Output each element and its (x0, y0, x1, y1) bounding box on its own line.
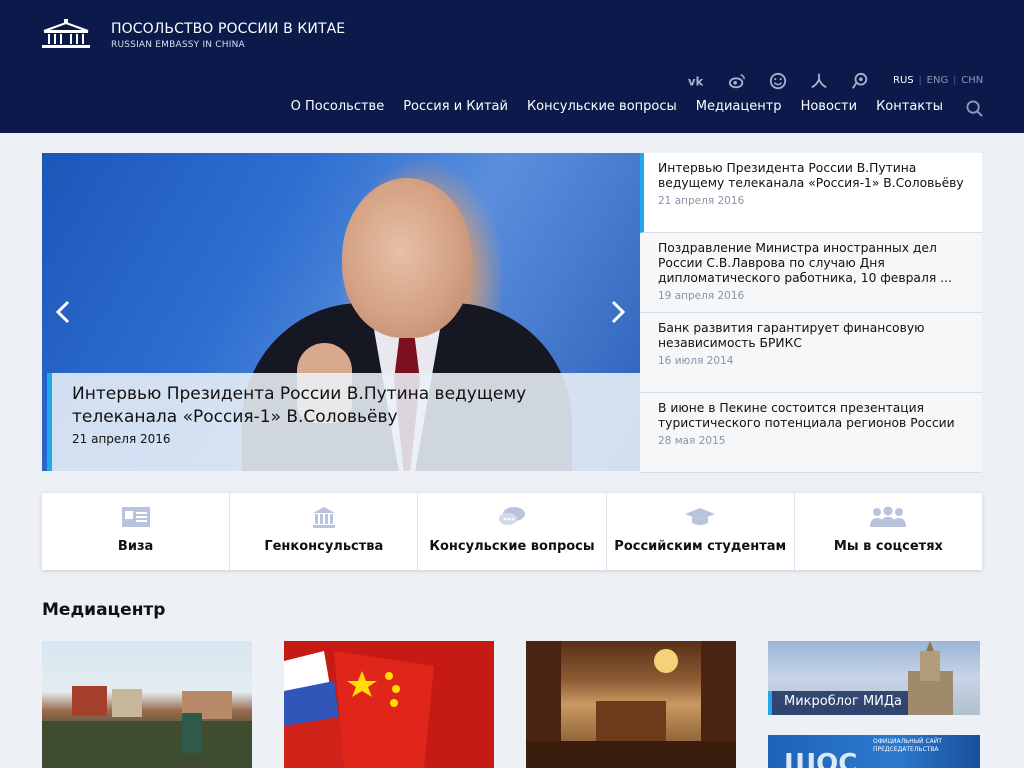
news-title[interactable]: В июне в Пекине состоится презентация ту… (658, 401, 970, 431)
nav-russia-china[interactable]: Россия и Китай (403, 99, 508, 114)
site-subtitle: RUSSIAN EMBASSY IN CHINA (111, 40, 245, 50)
quick-link-label: Мы в соцсетях (833, 539, 943, 554)
search-icon[interactable] (966, 100, 983, 117)
news-item[interactable]: Поздравление Министра иностранных дел Ро… (640, 233, 982, 313)
visa-card-icon (121, 507, 150, 527)
quick-link-students[interactable]: Российским студентам (607, 493, 795, 570)
slide-caption[interactable]: Интервью Президента России В.Путина веду… (47, 373, 640, 471)
lang-separator: | (953, 75, 957, 86)
featured-slider[interactable]: Интервью Президента России В.Путина веду… (42, 153, 640, 471)
graduation-cap-icon (685, 508, 716, 525)
weibo-icon[interactable] (716, 71, 757, 91)
media-thumb-microblog[interactable]: Микроблог МИДа (768, 641, 980, 715)
lang-chn[interactable]: CHN (961, 75, 983, 86)
nav-about[interactable]: О Посольстве (291, 99, 385, 114)
lang-rus[interactable]: RUS (893, 75, 914, 86)
quick-link-consular[interactable]: Консульские вопросы (418, 493, 607, 570)
users-group-icon (870, 506, 907, 527)
flags-photo (284, 651, 434, 768)
news-title[interactable]: Банк развития гарантирует финансовую нез… (658, 321, 970, 351)
lang-eng[interactable]: ENG (927, 75, 949, 86)
nav-media[interactable]: Медиацентр (696, 99, 782, 114)
sco-logo-text: ШОС (784, 749, 858, 768)
media-thumb-library[interactable] (526, 641, 736, 768)
site-title[interactable]: ПОСОЛЬСТВО РОССИИ В КИТАЕ (111, 21, 345, 37)
lang-separator: | (918, 75, 922, 86)
news-item[interactable]: Интервью Президента России В.Путина веду… (640, 153, 982, 233)
quick-link-label: Виза (117, 539, 154, 554)
sco-caption: ОФИЦИАЛЬНЫЙ САЙТ ПРЕДСЕДАТЕЛЬСТВА (873, 738, 942, 753)
news-list: Интервью Президента России В.Путина веду… (640, 153, 982, 473)
svg-text:vk: vk (687, 75, 703, 89)
nav-consular[interactable]: Консульские вопросы (527, 99, 677, 114)
vk-icon[interactable]: vk (675, 71, 716, 91)
sohu-icon[interactable] (839, 71, 880, 91)
nav-contacts[interactable]: Контакты (876, 99, 943, 114)
smiley-icon[interactable] (757, 71, 798, 91)
quick-link-label: Консульские вопросы (429, 539, 595, 554)
slider-next-arrow-icon[interactable] (609, 300, 627, 324)
news-date: 16 июля 2014 (658, 355, 734, 367)
slide-photo-head (342, 178, 472, 338)
news-title[interactable]: Поздравление Министра иностранных дел Ро… (658, 241, 970, 286)
media-thumb-sco[interactable]: ШОС ОФИЦИАЛЬНЫЙ САЙТ ПРЕДСЕДАТЕЛЬСТВА (768, 735, 980, 768)
slide-date: 21 апреля 2016 (72, 432, 171, 446)
quick-link-social[interactable]: Мы в соцсетях (795, 493, 982, 570)
language-switcher: RUS | ENG | CHN (893, 75, 983, 86)
news-item[interactable]: Банк развития гарантирует финансовую нез… (640, 313, 982, 393)
chat-bubbles-icon (499, 507, 525, 525)
news-date: 19 апреля 2016 (658, 290, 745, 302)
main-nav: О Посольстве Россия и Китай Консульские … (291, 99, 943, 114)
news-title[interactable]: Интервью Президента России В.Путина веду… (658, 161, 970, 191)
media-thumb-flags[interactable] (284, 641, 494, 768)
library-photo (526, 641, 736, 768)
embassy-building-icon[interactable] (42, 19, 90, 49)
slide-title[interactable]: Интервью Президента России В.Путина веду… (72, 383, 620, 429)
quick-link-consulates[interactable]: Генконсульства (230, 493, 419, 570)
parade-photo (42, 686, 252, 768)
nav-news[interactable]: Новости (801, 99, 858, 114)
microblog-label[interactable]: Микроблог МИДа (768, 691, 908, 715)
quick-links: Виза Генконсульства Консульские вопросы … (42, 493, 982, 570)
quick-link-label: Российским студентам (614, 539, 787, 554)
slider-prev-arrow-icon[interactable] (54, 300, 72, 324)
news-date: 21 апреля 2016 (658, 195, 745, 207)
building-icon (312, 507, 335, 528)
media-heading[interactable]: Медиацентр (42, 600, 165, 620)
social-links: vk (675, 71, 880, 91)
media-thumb-parade[interactable] (42, 641, 252, 768)
renren-icon[interactable] (798, 71, 839, 91)
quick-link-label: Генконсульства (264, 539, 384, 554)
news-date: 28 мая 2015 (658, 435, 726, 447)
news-item[interactable]: В июне в Пекине состоится презентация ту… (640, 393, 982, 473)
header: ПОСОЛЬСТВО РОССИИ В КИТАЕ RUSSIAN EMBASS… (0, 0, 1024, 133)
quick-link-visa[interactable]: Виза (42, 493, 231, 570)
